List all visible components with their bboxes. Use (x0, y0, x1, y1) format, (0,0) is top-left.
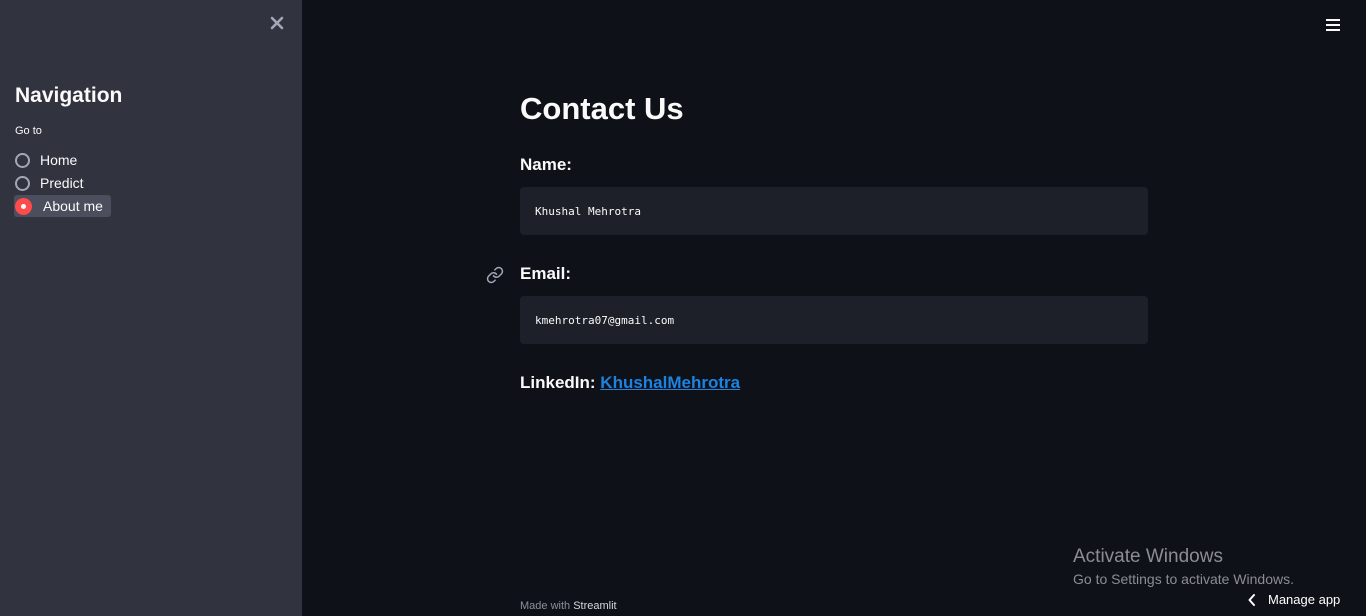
linkedin-link[interactable]: KhushalMehrotra (600, 373, 740, 392)
radio-option-predict[interactable]: Predict (14, 172, 92, 194)
radio-option-about-me[interactable]: About me (14, 195, 111, 217)
linkedin-label: LinkedIn: (520, 373, 596, 392)
radio-option-label: Home (40, 152, 78, 168)
watermark-title: Activate Windows (1073, 546, 1223, 567)
radio-group-label: Go to (15, 125, 42, 137)
navigation-radio-group: Home Predict About me (14, 149, 111, 218)
app-root: Navigation Go to Home Predict About me C… (0, 0, 1366, 616)
watermark-subtitle: Go to Settings to activate Windows. (1073, 571, 1294, 587)
email-code-block[interactable]: kmehrotra07@gmail.com (520, 296, 1148, 344)
link-anchor-icon[interactable] (486, 266, 504, 284)
radio-option-home[interactable]: Home (14, 149, 85, 171)
manage-app-label: Manage app (1268, 592, 1341, 607)
radio-option-label: Predict (40, 175, 84, 191)
footer: Made with Streamlit (520, 600, 617, 612)
chevron-left-icon (1248, 593, 1255, 606)
page-title: Contact Us (520, 91, 684, 126)
radio-unchecked-icon (15, 175, 30, 191)
footer-made-with: Made with (520, 600, 571, 612)
windows-activation-watermark: Activate Windows Go to Settings to activ… (1073, 545, 1294, 589)
email-heading: Email: (520, 264, 572, 283)
radio-unchecked-icon (15, 152, 30, 168)
close-sidebar-button[interactable] (266, 12, 288, 34)
sidebar: Navigation Go to Home Predict About me (0, 0, 302, 616)
name-code-block[interactable]: Khushal Mehrotra (520, 187, 1148, 235)
name-heading: Name: (520, 155, 572, 174)
email-value: kmehrotra07@gmail.com (535, 313, 675, 327)
radio-checked-icon (15, 197, 32, 215)
manage-app-button[interactable]: Manage app (1248, 592, 1340, 607)
close-icon (270, 16, 284, 30)
sidebar-title: Navigation (15, 84, 123, 107)
name-value: Khushal Mehrotra (535, 204, 641, 218)
hamburger-menu-icon (1326, 19, 1340, 31)
linkedin-line: LinkedIn: KhushalMehrotra (520, 373, 740, 393)
streamlit-link[interactable]: Streamlit (573, 600, 616, 612)
radio-option-label: About me (43, 198, 103, 214)
main-menu-button[interactable] (1322, 14, 1344, 36)
